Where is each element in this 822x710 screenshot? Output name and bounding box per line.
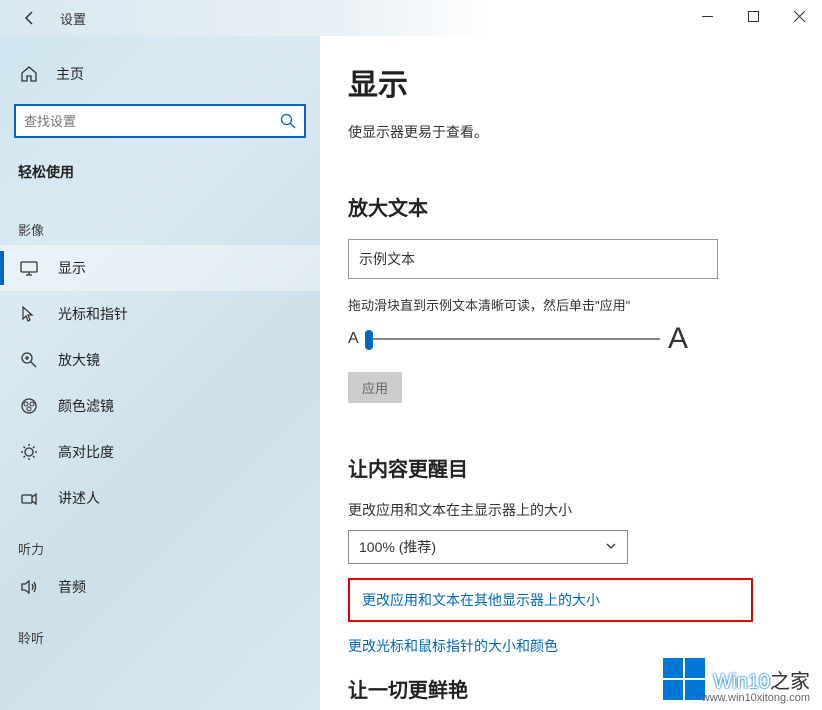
search-input[interactable] xyxy=(24,114,280,129)
nav-audio[interactable]: 音频 xyxy=(0,564,320,610)
sample-text-box: 示例文本 xyxy=(348,239,718,279)
maximize-button[interactable] xyxy=(730,0,776,32)
colorfilter-icon xyxy=(20,397,38,415)
highlighted-link-box: 更改应用和文本在其他显示器上的大小 xyxy=(348,578,753,622)
nav-label: 光标和指针 xyxy=(58,304,128,324)
slider-label: 拖动滑块直到示例文本清晰可读，然后单击"应用" xyxy=(348,295,792,314)
page-desc: 使显示器更易于查看。 xyxy=(348,122,792,142)
section-interaction: 聆听 xyxy=(0,610,320,653)
link-other-displays[interactable]: 更改应用和文本在其他显示器上的大小 xyxy=(362,590,739,610)
nav-narrator[interactable]: 讲述人 xyxy=(0,475,320,521)
nav-label: 音频 xyxy=(58,577,86,597)
back-button[interactable] xyxy=(16,4,44,32)
apply-button[interactable]: 应用 xyxy=(348,372,402,403)
section-vision: 影像 xyxy=(0,202,320,245)
section-hearing: 听力 xyxy=(0,521,320,564)
window-title: 设置 xyxy=(60,9,86,28)
text-size-slider[interactable] xyxy=(365,338,660,340)
watermark-brand1: Win10 xyxy=(713,671,770,693)
scale-dropdown[interactable]: 100% (推荐) xyxy=(348,530,628,564)
windows-logo-icon xyxy=(663,658,705,700)
nav-label: 高对比度 xyxy=(58,442,114,462)
nav-label: 放大镜 xyxy=(58,350,100,370)
home-icon xyxy=(20,65,38,83)
slider-thumb[interactable] xyxy=(365,330,373,350)
slider-min-label: A xyxy=(348,330,359,348)
nav-cursor[interactable]: 光标和指针 xyxy=(0,291,320,337)
chevron-down-icon xyxy=(605,539,617,555)
dropdown-value: 100% (推荐) xyxy=(359,537,436,557)
category-title: 轻松使用 xyxy=(0,156,320,202)
search-input-wrap[interactable] xyxy=(14,104,306,138)
nav-label: 颜色滤镜 xyxy=(58,396,114,416)
content-section-title: 让内容更醒目 xyxy=(348,453,792,482)
nav-label: 显示 xyxy=(58,258,86,278)
home-label: 主页 xyxy=(56,64,84,84)
search-icon xyxy=(280,113,296,129)
nav-colorfilter[interactable]: 颜色滤镜 xyxy=(0,383,320,429)
contrast-icon xyxy=(20,443,38,461)
sidebar: 主页 轻松使用 影像 显示 光标和指针 放大镜 xyxy=(0,36,320,710)
narrator-icon xyxy=(20,489,38,507)
magnifier-icon xyxy=(20,351,38,369)
minimize-button[interactable] xyxy=(684,0,730,32)
scale-label: 更改应用和文本在主显示器上的大小 xyxy=(348,500,792,520)
watermark-url: www.win10xitong.com xyxy=(702,692,810,704)
page-heading: 显示 xyxy=(348,60,792,104)
watermark: Win10之家 www.win10xitong.com xyxy=(663,658,810,700)
audio-icon xyxy=(20,578,38,596)
nav-display[interactable]: 显示 xyxy=(0,245,320,291)
close-button[interactable] xyxy=(776,0,822,32)
cursor-icon xyxy=(20,305,38,323)
nav-magnifier[interactable]: 放大镜 xyxy=(0,337,320,383)
nav-contrast[interactable]: 高对比度 xyxy=(0,429,320,475)
nav-label: 讲述人 xyxy=(58,488,100,508)
main-content: 显示 使显示器更易于查看。 放大文本 示例文本 拖动滑块直到示例文本清晰可读，然… xyxy=(320,36,822,710)
text-section-title: 放大文本 xyxy=(348,192,792,221)
home-link[interactable]: 主页 xyxy=(0,56,320,92)
watermark-brand2: 之家 xyxy=(770,671,810,693)
display-icon xyxy=(20,259,38,277)
link-cursor-size[interactable]: 更改光标和鼠标指针的大小和颜色 xyxy=(348,636,792,656)
slider-max-label: A xyxy=(668,322,688,356)
